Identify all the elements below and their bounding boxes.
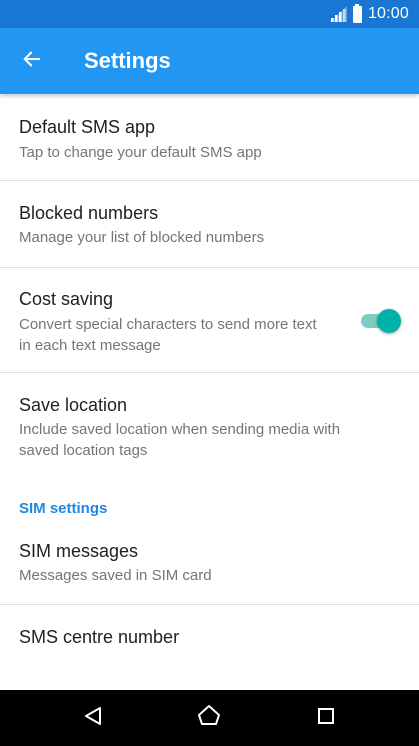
nav-back-button[interactable]: [79, 704, 107, 732]
setting-sms-centre-number[interactable]: SMS centre number: [0, 605, 419, 690]
setting-title: SIM messages: [19, 541, 139, 561]
status-time: 10:00: [367, 5, 409, 22]
back-triangle-icon: [82, 705, 104, 732]
setting-title: Save location: [19, 395, 128, 415]
setting-summary: Messages saved in SIM card: [19, 567, 212, 584]
setting-summary: Include saved location when sending medi…: [19, 421, 341, 459]
cost-saving-toggle[interactable]: [359, 307, 401, 333]
setting-title: Blocked numbers: [19, 203, 159, 223]
setting-summary: Tap to change your default SMS app: [19, 144, 262, 161]
setting-title: SMS centre number: [19, 627, 180, 647]
battery-icon: [352, 3, 362, 23]
setting-blocked-numbers[interactable]: Blocked numbers Manage your list of bloc…: [0, 181, 419, 267]
navigation-bar: [0, 690, 419, 746]
signal-icon: [329, 6, 347, 22]
recents-square-icon: [316, 706, 336, 731]
status-bar: 10:00: [0, 0, 419, 28]
toggle-thumb: [377, 309, 401, 333]
setting-summary: Manage your list of blocked numbers: [19, 229, 265, 246]
nav-home-button[interactable]: [195, 704, 223, 732]
nav-recents-button[interactable]: [312, 704, 340, 732]
page-title: Settings: [84, 48, 171, 73]
setting-title: Cost saving: [19, 289, 114, 309]
setting-summary: Convert special characters to send more …: [19, 316, 317, 354]
setting-sim-messages[interactable]: SIM messages Messages saved in SIM card: [0, 524, 419, 604]
home-circle-icon: [196, 703, 222, 734]
back-button[interactable]: [18, 47, 46, 75]
app-bar: Settings: [0, 28, 419, 94]
setting-save-location[interactable]: Save location Include saved location whe…: [0, 373, 419, 483]
setting-default-sms-app[interactable]: Default SMS app Tap to change your defau…: [0, 94, 419, 180]
status-icons: 10:00: [329, 0, 409, 28]
setting-cost-saving[interactable]: Cost saving Convert special characters t…: [0, 268, 419, 372]
setting-title: Default SMS app: [19, 117, 156, 137]
section-header-sim-settings: SIM settings: [19, 500, 108, 517]
arrow-left-icon: [22, 49, 42, 74]
settings-list[interactable]: Default SMS app Tap to change your defau…: [0, 94, 419, 690]
